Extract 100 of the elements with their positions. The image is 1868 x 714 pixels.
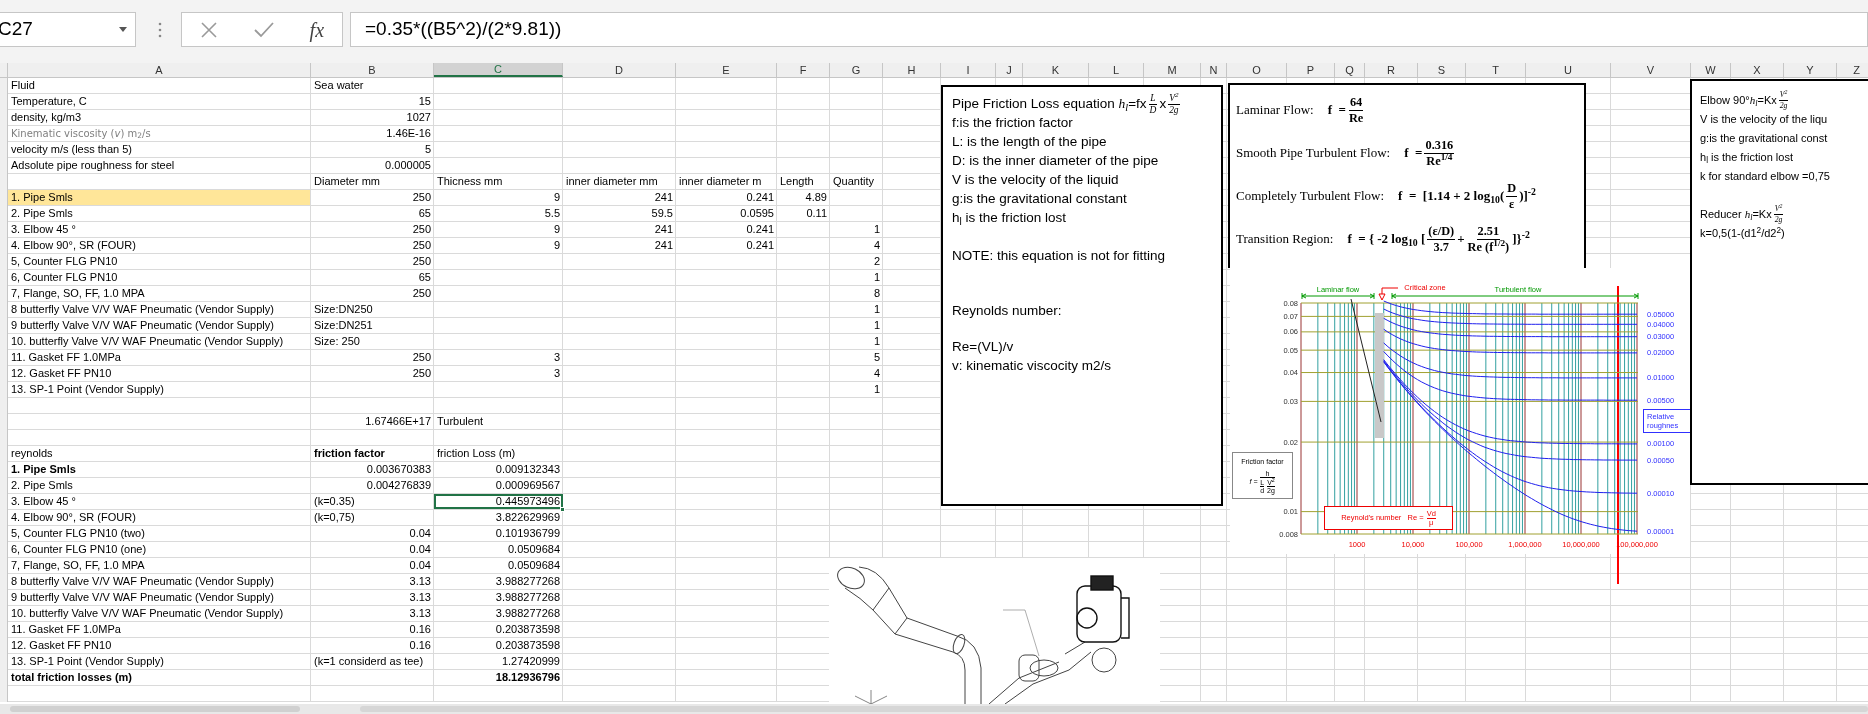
- vertical-dots-icon[interactable]: [158, 22, 162, 38]
- spreadsheet-cell[interactable]: 18.12936796: [434, 670, 563, 685]
- spreadsheet-cell[interactable]: 1: [830, 302, 883, 317]
- spreadsheet-cell[interactable]: (k=0.35): [311, 494, 434, 509]
- column-header[interactable]: D: [563, 63, 676, 77]
- spreadsheet-cell[interactable]: 15: [311, 94, 434, 109]
- column-header[interactable]: A: [8, 63, 311, 77]
- spreadsheet-cell[interactable]: 0.000969567: [434, 478, 563, 493]
- spreadsheet-cell[interactable]: 13. SP-1 Point (Vendor Supply): [8, 382, 311, 397]
- spreadsheet-cell[interactable]: velocity m/s (less than 5): [8, 142, 311, 157]
- spreadsheet-cell[interactable]: 0.009132343: [434, 462, 563, 477]
- column-header[interactable]: I: [941, 63, 996, 77]
- spreadsheet-cell[interactable]: 0.004276839: [311, 478, 434, 493]
- spreadsheet-cell[interactable]: 2. Pipe Smls: [8, 478, 311, 493]
- spreadsheet-cell[interactable]: 11. Gasket FF 1.0MPa: [8, 350, 311, 365]
- column-header[interactable]: P: [1287, 63, 1335, 77]
- spreadsheet-cell[interactable]: 0.0509684: [434, 558, 563, 573]
- spreadsheet-cell[interactable]: 5, Counter FLG PN10: [8, 254, 311, 269]
- spreadsheet-cell[interactable]: 9 butterfly Valve V/V WAF Pneumatic (Vendor Supply): [8, 590, 311, 605]
- spreadsheet-cell[interactable]: 3.988277268: [434, 590, 563, 605]
- column-header[interactable]: O: [1227, 63, 1287, 77]
- spreadsheet-cell[interactable]: 1. Pipe Smls: [8, 190, 311, 205]
- spreadsheet-cell[interactable]: 1: [830, 334, 883, 349]
- spreadsheet-cell[interactable]: inner diameter m: [676, 174, 777, 189]
- spreadsheet-cell[interactable]: 2: [830, 254, 883, 269]
- spreadsheet-cell[interactable]: 250: [311, 222, 434, 237]
- spreadsheet-cell[interactable]: 0.000005: [311, 158, 434, 173]
- formula-field[interactable]: =0.35*((B5^2)/(2*9.81)): [350, 12, 1868, 47]
- spreadsheet-cell[interactable]: 4: [830, 238, 883, 253]
- spreadsheet-cell[interactable]: 1. Pipe Smls: [8, 462, 311, 477]
- spreadsheet-cell[interactable]: Turbulent: [434, 414, 563, 429]
- spreadsheet-cell[interactable]: Kinematic viscosity (v) m$_{2}$/s: [8, 126, 311, 141]
- spreadsheet-cell[interactable]: 3.13: [311, 590, 434, 605]
- spreadsheet-cell[interactable]: 0.003670383: [311, 462, 434, 477]
- spreadsheet-cell[interactable]: (k=1 considerd as tee): [311, 654, 434, 669]
- spreadsheet-cell[interactable]: 4. Elbow 90°, SR (FOUR): [8, 238, 311, 253]
- spreadsheet-cell[interactable]: Quantity: [830, 174, 883, 189]
- spreadsheet-cell[interactable]: 10. butterfly Valve V/V WAF Pneumatic (Vendor Supply): [8, 606, 311, 621]
- spreadsheet-cell[interactable]: 250: [311, 254, 434, 269]
- spreadsheet-cell[interactable]: 0.0595: [676, 206, 777, 221]
- spreadsheet-cell[interactable]: 0.241: [676, 222, 777, 237]
- spreadsheet-cell[interactable]: 6, Counter FLG PN10: [8, 270, 311, 285]
- spreadsheet-cell[interactable]: 1027: [311, 110, 434, 125]
- spreadsheet-cell[interactable]: 13. SP-1 Point (Vendor Supply): [8, 654, 311, 669]
- spreadsheet-cell[interactable]: 5: [311, 142, 434, 157]
- spreadsheet-cell[interactable]: 1: [830, 270, 883, 285]
- column-header[interactable]: R: [1365, 63, 1418, 77]
- column-header[interactable]: V: [1611, 63, 1691, 77]
- spreadsheet-cell[interactable]: 12. Gasket FF PN10: [8, 638, 311, 653]
- spreadsheet-cell[interactable]: Size:DN251: [311, 318, 434, 333]
- spreadsheet-cell[interactable]: 65: [311, 270, 434, 285]
- spreadsheet-cell[interactable]: reynolds: [8, 446, 311, 461]
- spreadsheet-cell[interactable]: 7, Flange, SO, FF, 1.0 MPA: [8, 558, 311, 573]
- spreadsheet-cell[interactable]: 8 butterfly Valve V/V WAF Pneumatic (Vendor Supply): [8, 574, 311, 589]
- spreadsheet-cell[interactable]: 0.16: [311, 638, 434, 653]
- spreadsheet-cell[interactable]: 0.203873598: [434, 622, 563, 637]
- spreadsheet-cell[interactable]: 1.46E-16: [311, 126, 434, 141]
- spreadsheet-cell[interactable]: 250: [311, 238, 434, 253]
- column-header[interactable]: M: [1144, 63, 1201, 77]
- spreadsheet-cell[interactable]: Thicness mm: [434, 174, 563, 189]
- column-header[interactable]: Y: [1784, 63, 1837, 77]
- spreadsheet-cell[interactable]: 3. Elbow 45 °: [8, 494, 311, 509]
- spreadsheet-cell[interactable]: 1.27420999: [434, 654, 563, 669]
- column-header[interactable]: H: [883, 63, 941, 77]
- spreadsheet-cell[interactable]: 0.04: [311, 542, 434, 557]
- spreadsheet-cell[interactable]: 0.0509684: [434, 542, 563, 557]
- insert-function-button[interactable]: fx: [309, 14, 325, 45]
- spreadsheet-cell[interactable]: 0.241: [676, 238, 777, 253]
- column-header[interactable]: X: [1731, 63, 1784, 77]
- column-header[interactable]: N: [1201, 63, 1227, 77]
- spreadsheet-cell[interactable]: 3.822629969: [434, 510, 563, 525]
- spreadsheet-cell[interactable]: 3: [434, 350, 563, 365]
- spreadsheet-cell[interactable]: 250: [311, 366, 434, 381]
- spreadsheet-cell[interactable]: 250: [311, 286, 434, 301]
- spreadsheet-cell[interactable]: 1.67466E+17: [311, 414, 434, 429]
- spreadsheet-cell[interactable]: 7, Flange, SO, FF, 1.0 MPA: [8, 286, 311, 301]
- column-header[interactable]: S: [1418, 63, 1466, 77]
- spreadsheet-cell[interactable]: Length: [777, 174, 830, 189]
- spreadsheet-cell[interactable]: 1: [830, 318, 883, 333]
- spreadsheet-cell[interactable]: 0.11: [777, 206, 830, 221]
- spreadsheet-cell[interactable]: 0.04: [311, 526, 434, 541]
- spreadsheet-cell[interactable]: 8: [830, 286, 883, 301]
- spreadsheet-cell[interactable]: Fluid: [8, 78, 311, 93]
- spreadsheet-cell[interactable]: 9 butterfly Valve V/V WAF Pneumatic (Vendor Supply): [8, 318, 311, 333]
- spreadsheet-cell[interactable]: 5.5: [434, 206, 563, 221]
- column-header[interactable]: T: [1466, 63, 1526, 77]
- spreadsheet-cell[interactable]: 241: [563, 238, 676, 253]
- spreadsheet-cell[interactable]: 0.04: [311, 558, 434, 573]
- spreadsheet-cell[interactable]: 9: [434, 222, 563, 237]
- spreadsheet-cell[interactable]: friction factor: [311, 446, 434, 461]
- column-header[interactable]: G: [830, 63, 883, 77]
- spreadsheet-cell[interactable]: Adsolute pipe roughness for steel: [8, 158, 311, 173]
- spreadsheet-cell[interactable]: 4.89: [777, 190, 830, 205]
- spreadsheet-cell[interactable]: 5: [830, 350, 883, 365]
- spreadsheet-cell[interactable]: 0.203873598: [434, 638, 563, 653]
- spreadsheet-cell[interactable]: 65: [311, 206, 434, 221]
- spreadsheet-cell[interactable]: 9: [434, 190, 563, 205]
- column-header[interactable]: J: [996, 63, 1023, 77]
- cancel-icon[interactable]: [199, 20, 218, 39]
- column-header[interactable]: Z: [1837, 63, 1868, 77]
